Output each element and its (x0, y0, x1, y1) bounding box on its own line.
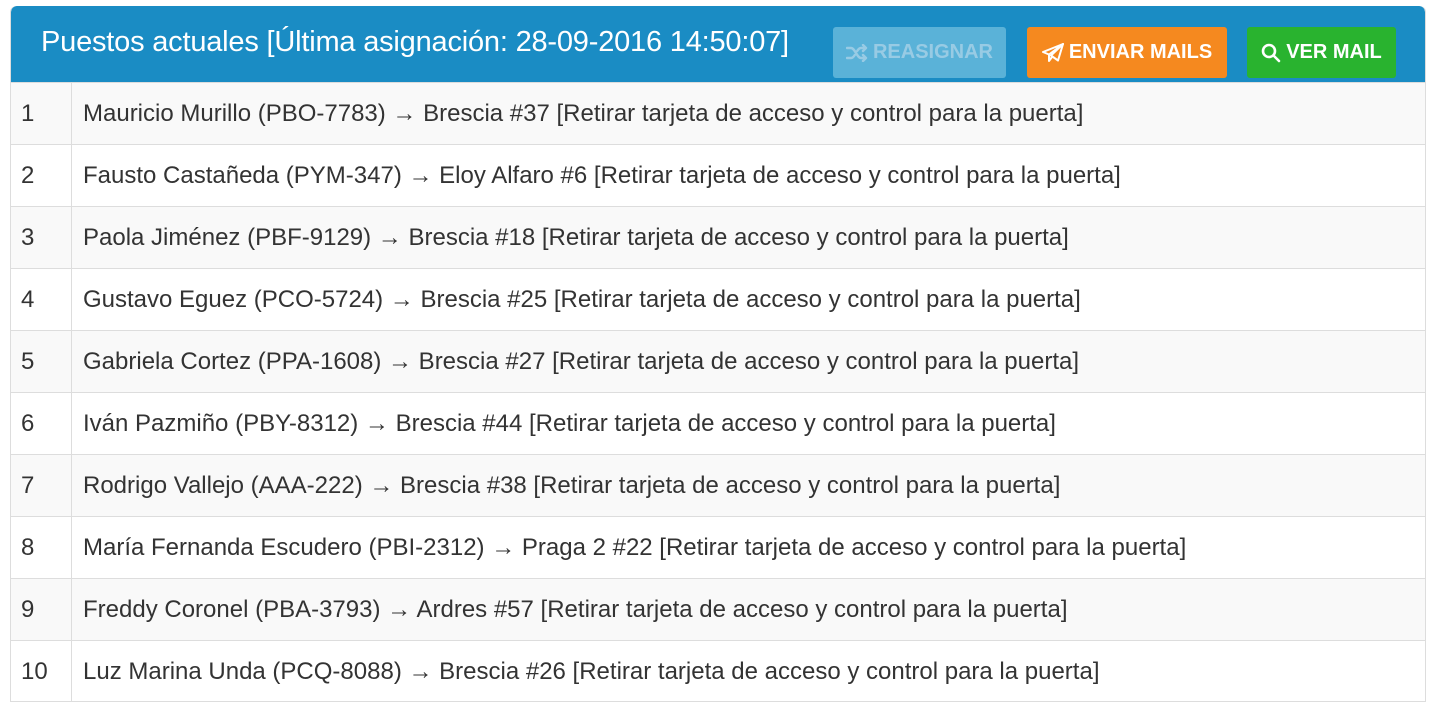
row-number: 8 (11, 516, 72, 579)
row-number: 1 (11, 82, 72, 145)
row-assignment: Gustavo Eguez (PCO-5724) → Brescia #25 [… (71, 268, 1425, 331)
send-mails-button[interactable]: ENVIAR MAILS (1027, 27, 1227, 78)
table-row: 5 Gabriela Cortez (PPA-1608) → Brescia #… (11, 330, 1425, 393)
view-mail-button[interactable]: VER MAIL (1247, 27, 1396, 78)
table-row: 10 Luz Marina Unda (PCQ-8088) → Brescia … (11, 640, 1425, 701)
row-number: 2 (11, 144, 72, 207)
row-assignment: Iván Pazmiño (PBY-8312) → Brescia #44 [R… (71, 392, 1425, 455)
row-assignment: Luz Marina Unda (PCQ-8088) → Brescia #26… (71, 640, 1425, 701)
row-assignment: Gabriela Cortez (PPA-1608) → Brescia #27… (71, 330, 1425, 393)
reassign-button-label: REASIGNAR (872, 41, 993, 63)
row-assignment: Mauricio Murillo (PBO-7783) → Brescia #3… (71, 82, 1425, 145)
row-number: 3 (11, 206, 72, 269)
row-number: 6 (11, 392, 72, 455)
row-number: 5 (11, 330, 72, 393)
panel-title: Puestos actuales [Última asignación: 28-… (41, 26, 789, 58)
row-number: 9 (11, 578, 72, 641)
table-row: 3 Paola Jiménez (PBF-9129) → Brescia #18… (11, 206, 1425, 269)
panel-header: Puestos actuales [Última asignación: 28-… (11, 6, 1425, 82)
row-number: 7 (11, 454, 72, 517)
view-mail-button-label: VER MAIL (1286, 41, 1382, 63)
row-assignment: Rodrigo Vallejo (AAA-222) → Brescia #38 … (71, 454, 1425, 517)
row-number: 4 (11, 268, 72, 331)
table-row: 4 Gustavo Eguez (PCO-5724) → Brescia #25… (11, 268, 1425, 331)
table-row: 2 Fausto Castañeda (PYM-347) → Eloy Alfa… (11, 144, 1425, 207)
send-mails-button-label: ENVIAR MAILS (1068, 41, 1213, 63)
table-row: 9 Freddy Coronel (PBA-3793) → Ardres #57… (11, 578, 1425, 641)
reassign-button[interactable]: REASIGNAR (833, 27, 1006, 78)
table-row: 1 Mauricio Murillo (PBO-7783) → Brescia … (11, 82, 1425, 145)
row-assignment: Freddy Coronel (PBA-3793) → Ardres #57 [… (71, 578, 1425, 641)
row-assignment: Paola Jiménez (PBF-9129) → Brescia #18 [… (71, 206, 1425, 269)
assignments-panel: Puestos actuales [Última asignación: 28-… (10, 6, 1426, 702)
paper-plane-icon (1041, 42, 1064, 63)
row-assignment: María Fernanda Escudero (PBI-2312) → Pra… (71, 516, 1425, 579)
shuffle-icon (845, 43, 868, 62)
table-row: 6 Iván Pazmiño (PBY-8312) → Brescia #44 … (11, 392, 1425, 455)
assignments-table: 1 Mauricio Murillo (PBO-7783) → Brescia … (11, 82, 1425, 701)
table-row: 8 María Fernanda Escudero (PBI-2312) → P… (11, 516, 1425, 579)
row-assignment: Fausto Castañeda (PYM-347) → Eloy Alfaro… (71, 144, 1425, 207)
row-number: 10 (11, 640, 72, 701)
search-icon (1261, 43, 1281, 63)
table-row: 7 Rodrigo Vallejo (AAA-222) → Brescia #3… (11, 454, 1425, 517)
